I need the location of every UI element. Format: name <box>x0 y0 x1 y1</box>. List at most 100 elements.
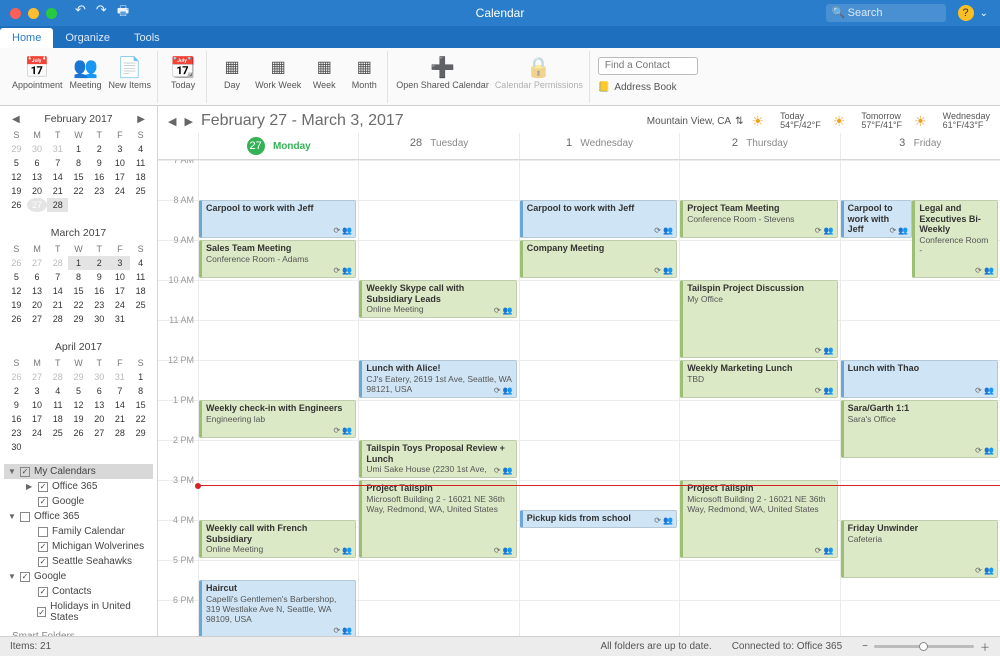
day-cell[interactable]: 7 <box>110 384 131 398</box>
day-cell[interactable]: 10 <box>110 156 131 170</box>
find-contact-input[interactable] <box>598 57 698 75</box>
calendar-event[interactable]: Sara/Garth 1:1Sara's Office⟳ 👥 <box>841 400 998 458</box>
day-cell[interactable]: 5 <box>6 270 27 284</box>
day-cell[interactable]: 2 <box>89 142 110 156</box>
address-book-button[interactable]: 📒Address Book <box>598 82 677 93</box>
calendar-item[interactable]: ✓Contacts <box>4 584 153 599</box>
day-cell[interactable]: 8 <box>68 156 89 170</box>
day-cell[interactable]: 27 <box>27 198 48 212</box>
next-month-button[interactable]: ▶ <box>137 114 145 125</box>
day-cell[interactable]: 6 <box>89 384 110 398</box>
calendar-item[interactable]: ▶✓Office 365 <box>4 479 153 494</box>
calendar-event[interactable]: Weekly check-in with EngineersEngineerin… <box>199 400 356 438</box>
day-header[interactable]: 27 Monday <box>198 133 358 159</box>
calendar-event[interactable]: Weekly call with French SubsidiaryOnline… <box>199 520 356 558</box>
day-cell[interactable]: 10 <box>27 398 48 412</box>
day-cell[interactable]: 28 <box>47 370 68 384</box>
day-cell[interactable]: 16 <box>89 170 110 184</box>
day-cell[interactable]: 29 <box>68 370 89 384</box>
day-cell[interactable]: 4 <box>130 142 151 156</box>
zoom-in-icon[interactable]: ＋ <box>980 639 990 654</box>
day-cell[interactable]: 28 <box>47 256 68 270</box>
day-cell[interactable]: 30 <box>6 440 27 454</box>
smart-folders[interactable]: Smart Folders <box>4 625 153 636</box>
zoom-out-icon[interactable]: − <box>862 641 868 652</box>
day-cell[interactable]: 24 <box>110 298 131 312</box>
day-cell[interactable]: 29 <box>6 142 27 156</box>
calendar-event[interactable]: Carpool to work with Jeff⟳ 👥 <box>199 200 356 238</box>
checkbox[interactable]: ✓ <box>20 572 30 582</box>
day-cell[interactable]: 6 <box>27 156 48 170</box>
print-icon[interactable]: 🖶 <box>117 2 129 24</box>
day-column[interactable]: Carpool to work with Jeff⟳ 👥Sales Team M… <box>198 160 358 636</box>
day-cell[interactable]: 13 <box>89 398 110 412</box>
day-cell[interactable]: 21 <box>47 184 68 198</box>
day-cell[interactable]: 21 <box>110 412 131 426</box>
calendar-event[interactable]: Lunch with Alice!CJ's Eatery, 2619 1st A… <box>359 360 516 398</box>
undo-icon[interactable]: ↶ <box>75 2 86 24</box>
day-cell[interactable]: 14 <box>47 170 68 184</box>
day-cell[interactable]: 9 <box>89 270 110 284</box>
zoom-slider[interactable] <box>874 645 974 648</box>
day-cell[interactable]: 15 <box>68 170 89 184</box>
checkbox[interactable]: ✓ <box>38 587 48 597</box>
day-cell[interactable]: 15 <box>68 284 89 298</box>
checkbox[interactable] <box>20 512 30 522</box>
day-cell[interactable]: 16 <box>6 412 27 426</box>
calendar-item[interactable]: ✓Google <box>4 494 153 509</box>
day-cell[interactable]: 26 <box>6 256 27 270</box>
day-cell[interactable]: 22 <box>68 184 89 198</box>
day-cell[interactable]: 18 <box>130 170 151 184</box>
day-cell[interactable]: 10 <box>110 270 131 284</box>
workweek-view-button[interactable]: ▦Work Week <box>255 55 301 91</box>
day-cell[interactable]: 11 <box>130 270 151 284</box>
calendar-event[interactable]: Tailspin Project DiscussionMy Office⟳ 👥 <box>680 280 837 358</box>
today-button[interactable]: 📆Today <box>166 55 200 91</box>
chevron-down-icon[interactable]: ⌄ <box>980 8 988 19</box>
prev-month-button[interactable]: ◀ <box>12 114 20 125</box>
day-cell[interactable]: 1 <box>130 370 151 384</box>
day-cell[interactable]: 7 <box>47 270 68 284</box>
calendar-group[interactable]: ▼✓My Calendars <box>4 464 153 479</box>
calendar-event[interactable]: HaircutCapelli's Gentlemen's Barbershop,… <box>199 580 356 636</box>
day-cell[interactable]: 17 <box>27 412 48 426</box>
next-week-button[interactable]: ▶ <box>184 115 192 128</box>
day-cell[interactable]: 17 <box>110 284 131 298</box>
day-cell[interactable]: 13 <box>27 170 48 184</box>
day-cell[interactable]: 22 <box>68 298 89 312</box>
day-cell[interactable]: 22 <box>130 412 151 426</box>
day-cell[interactable]: 31 <box>110 370 131 384</box>
calendar-event[interactable]: Company Meeting⟳ 👥 <box>520 240 677 278</box>
calendar-grid[interactable]: 7 AM8 AM9 AM10 AM11 AM12 PM1 PM2 PM3 PM4… <box>158 160 1000 636</box>
day-cell[interactable]: 23 <box>6 426 27 440</box>
day-cell[interactable]: 16 <box>89 284 110 298</box>
tab-organize[interactable]: Organize <box>53 28 122 48</box>
day-cell[interactable]: 19 <box>68 412 89 426</box>
day-cell[interactable]: 14 <box>47 284 68 298</box>
day-cell[interactable]: 11 <box>130 156 151 170</box>
day-column[interactable]: Weekly Skype call with Subsidiary LeadsO… <box>358 160 518 636</box>
day-cell[interactable]: 2 <box>89 256 110 270</box>
day-header[interactable]: 28 Tuesday <box>358 133 518 159</box>
tab-home[interactable]: Home <box>0 28 53 48</box>
calendar-item[interactable]: ✓Michigan Wolverines <box>4 539 153 554</box>
day-cell[interactable]: 28 <box>110 426 131 440</box>
prev-week-button[interactable]: ◀ <box>168 115 176 128</box>
day-cell[interactable]: 2 <box>6 384 27 398</box>
day-column[interactable]: Project Team MeetingConference Room - St… <box>679 160 839 636</box>
help-button[interactable]: ? <box>958 5 974 21</box>
calendar-group[interactable]: ▼Office 365 <box>4 509 153 524</box>
meeting-button[interactable]: 👥Meeting <box>69 55 103 91</box>
day-cell[interactable]: 19 <box>6 184 27 198</box>
open-shared-button[interactable]: ➕Open Shared Calendar <box>396 55 489 91</box>
tab-tools[interactable]: Tools <box>122 28 172 48</box>
minimize-button[interactable] <box>28 8 39 19</box>
day-cell[interactable]: 25 <box>130 184 151 198</box>
day-cell[interactable]: 8 <box>130 384 151 398</box>
checkbox[interactable]: ✓ <box>20 467 30 477</box>
calendar-event[interactable]: Friday UnwinderCafeteria⟳ 👥 <box>841 520 998 578</box>
day-cell[interactable]: 3 <box>27 384 48 398</box>
day-cell[interactable]: 27 <box>27 370 48 384</box>
day-column[interactable]: Carpool to work with Jeff⟳ 👥Legal and Ex… <box>840 160 1000 636</box>
day-cell[interactable]: 13 <box>27 284 48 298</box>
